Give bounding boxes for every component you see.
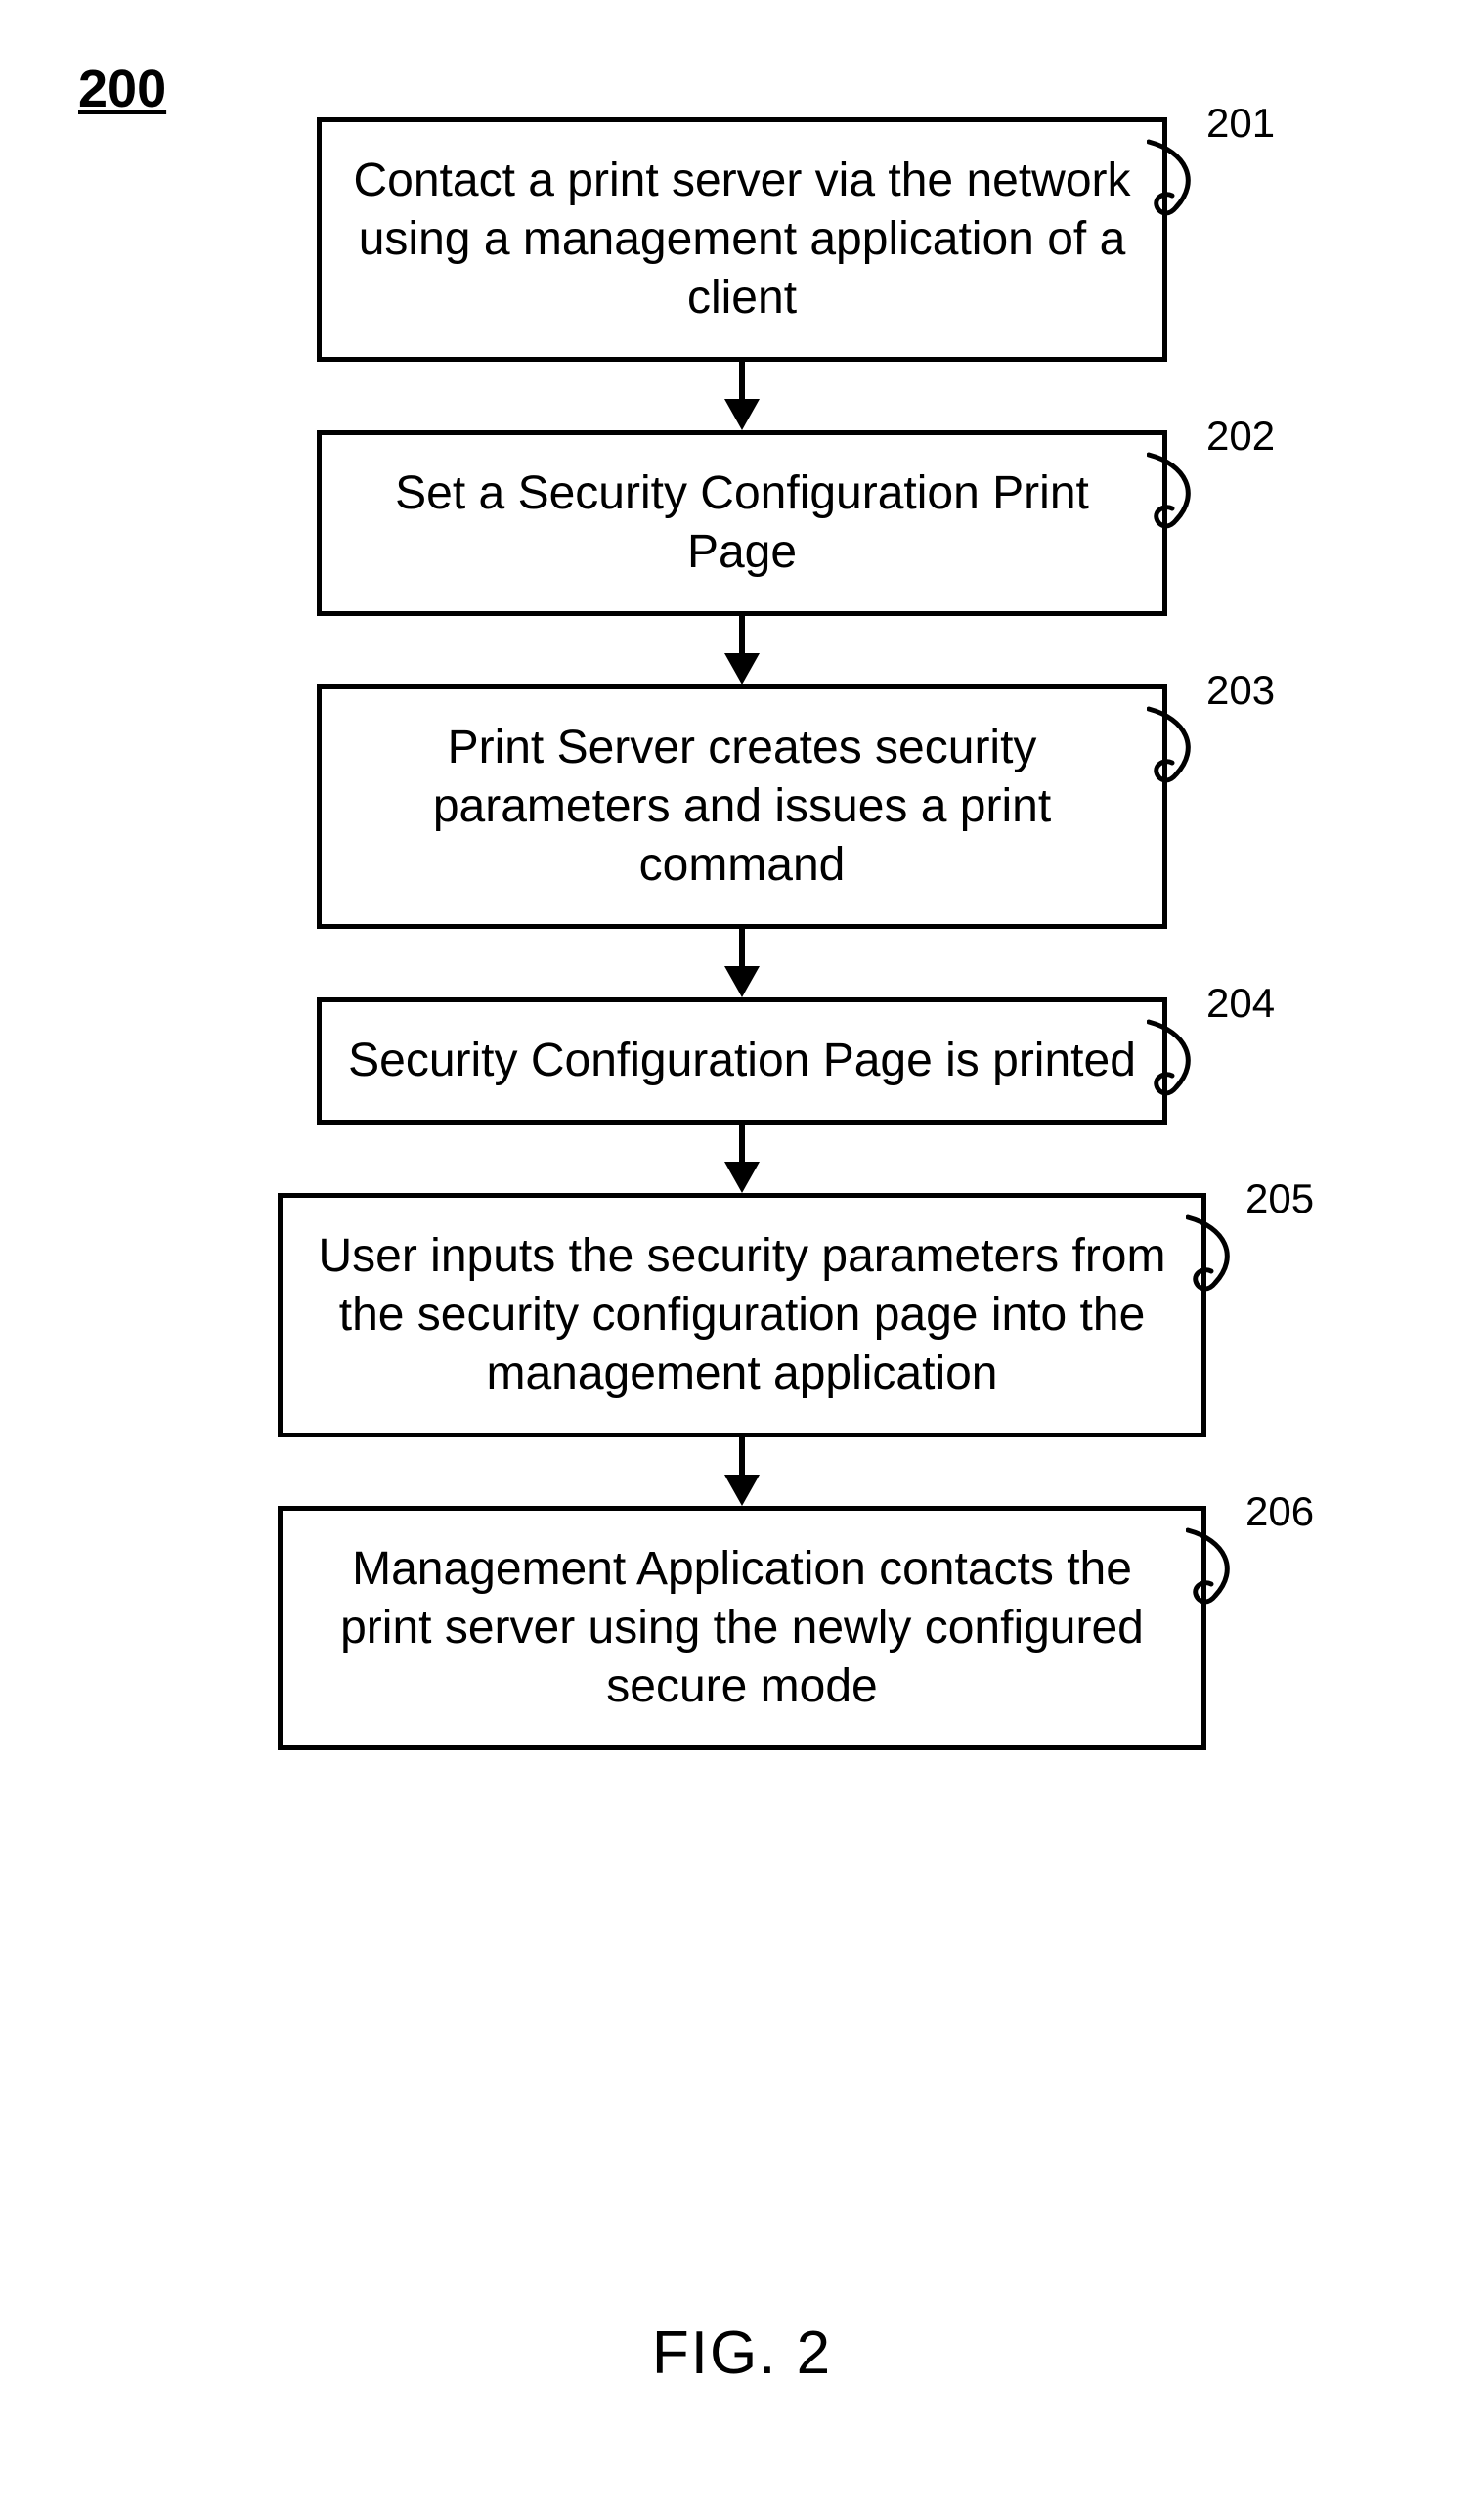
reference-number: 206 [1245,1488,1314,1535]
flow-arrow [204,929,1280,997]
flow-box: Set a Security Configuration Print Page [317,430,1167,616]
arrow-down-icon [718,616,766,684]
figure-caption: FIG. 2 [652,2318,832,2388]
reference-hook-icon [1147,1017,1215,1105]
flow-step: Management Application contacts the prin… [204,1506,1280,1750]
flow-arrow [204,1437,1280,1506]
reference-hook-icon [1147,137,1215,225]
flow-arrow [204,1125,1280,1193]
reference-number: 203 [1206,667,1275,714]
flowchart: Contact a print server via the network u… [204,117,1280,1750]
flow-box: Security Configuration Page is printed [317,997,1167,1125]
reference-hook-icon [1147,704,1215,792]
flow-box: Contact a print server via the network u… [317,117,1167,362]
flow-step: Print Server creates security parameters… [204,684,1280,929]
reference-number: 205 [1245,1175,1314,1222]
reference-hook-icon [1186,1213,1254,1301]
flow-arrow [204,362,1280,430]
reference-hook-icon [1186,1525,1254,1613]
reference-number: 201 [1206,100,1275,147]
flow-step: Security Configuration Page is printed20… [204,997,1280,1125]
flow-step: Contact a print server via the network u… [204,117,1280,362]
figure-number: 200 [78,59,166,119]
flow-step: User inputs the security parameters from… [204,1193,1280,1437]
arrow-down-icon [718,929,766,997]
arrow-down-icon [718,1437,766,1506]
arrow-down-icon [718,1125,766,1193]
flow-box: Print Server creates security parameters… [317,684,1167,929]
page: 200 Contact a print server via the netwo… [0,0,1484,2515]
arrow-down-icon [718,362,766,430]
reference-number: 204 [1206,980,1275,1027]
reference-hook-icon [1147,450,1215,538]
flow-arrow [204,616,1280,684]
flow-box: User inputs the security parameters from… [278,1193,1206,1437]
flow-step: Set a Security Configuration Print Page2… [204,430,1280,616]
reference-number: 202 [1206,413,1275,460]
flow-box: Management Application contacts the prin… [278,1506,1206,1750]
